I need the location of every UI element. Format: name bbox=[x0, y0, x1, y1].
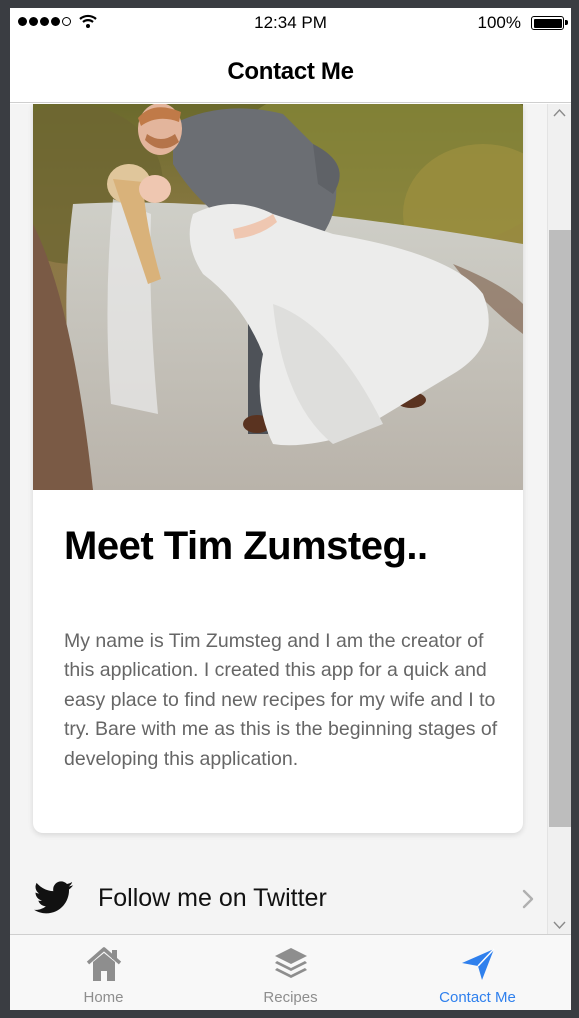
tab-contact-me-label: Contact Me bbox=[439, 989, 516, 1006]
scroll-down-arrow-icon[interactable] bbox=[553, 921, 566, 930]
home-icon bbox=[86, 947, 121, 981]
card-title: Meet Tim Zumsteg.. bbox=[64, 524, 428, 568]
vertical-scrollbar[interactable] bbox=[547, 104, 571, 934]
navigation-header: Contact Me bbox=[10, 38, 571, 103]
twitter-icon bbox=[34, 881, 74, 914]
card-description: My name is Tim Zumsteg and I am the crea… bbox=[64, 630, 498, 770]
battery-percent: 100% bbox=[477, 13, 521, 32]
twitter-link-label: Follow me on Twitter bbox=[98, 884, 327, 912]
tab-home[interactable]: Home bbox=[10, 935, 197, 1010]
tab-contact-me[interactable]: Contact Me bbox=[384, 935, 571, 1010]
tab-home-label: Home bbox=[83, 989, 124, 1006]
scroll-up-arrow-icon[interactable] bbox=[553, 108, 566, 117]
chevron-right-icon bbox=[522, 889, 534, 909]
phone-screen: 12:34 PM 100% Contact Me Meet Tim Zumste… bbox=[10, 8, 571, 1010]
scrollbar-thumb[interactable] bbox=[549, 230, 571, 827]
twitter-link-row[interactable]: Follow me on Twitter bbox=[10, 864, 547, 934]
wedding-photo bbox=[33, 104, 523, 490]
scroll-content[interactable]: Meet Tim Zumsteg.. My name is Tim Zumste… bbox=[10, 104, 547, 934]
tab-recipes-label: Recipes bbox=[263, 989, 318, 1006]
profile-card: Meet Tim Zumsteg.. My name is Tim Zumste… bbox=[33, 104, 523, 833]
tab-bar: Home Recipes Contact Me bbox=[10, 934, 571, 1010]
tab-recipes[interactable]: Recipes bbox=[197, 935, 384, 1010]
send-icon bbox=[461, 948, 495, 980]
status-bar: 12:34 PM 100% bbox=[10, 8, 571, 38]
layers-icon bbox=[274, 948, 307, 978]
page-title: Contact Me bbox=[227, 58, 354, 85]
battery-icon bbox=[531, 16, 568, 30]
